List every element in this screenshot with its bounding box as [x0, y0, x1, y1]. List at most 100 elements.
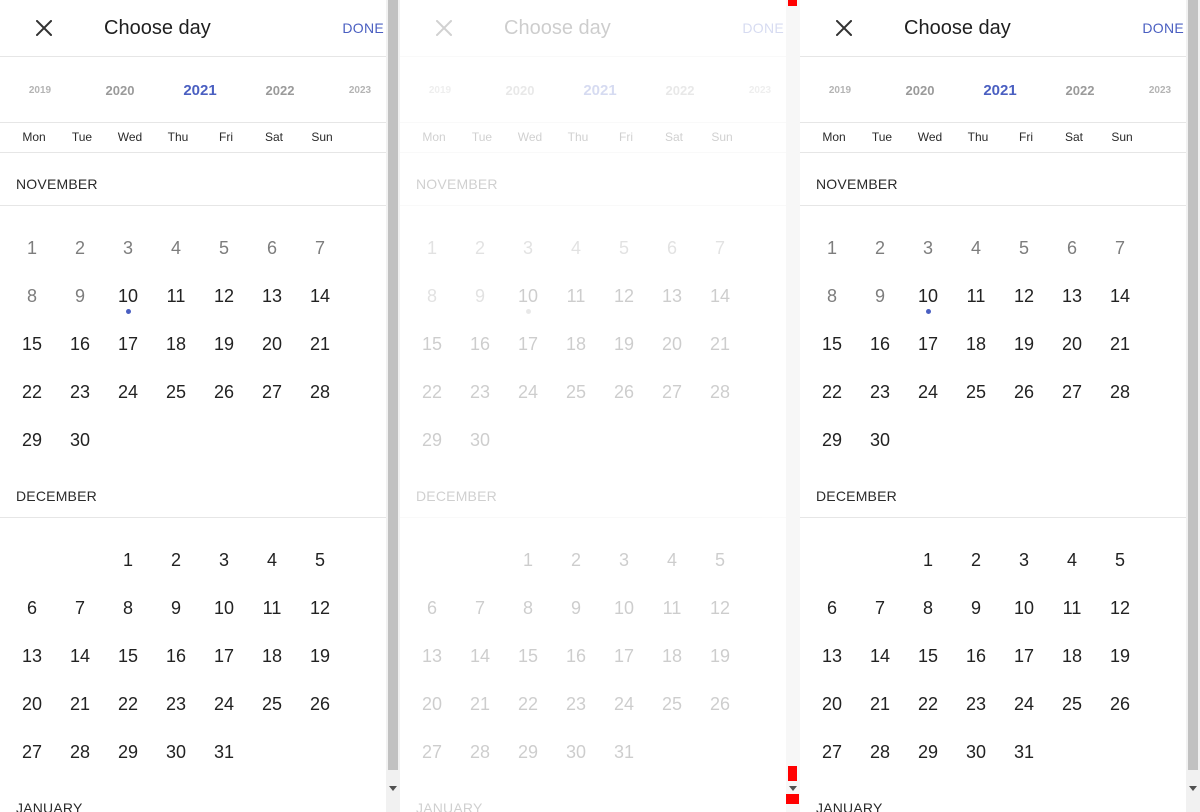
day-cell[interactable]: 7 — [56, 584, 104, 632]
day-cell[interactable]: 20 — [408, 680, 456, 728]
day-cell[interactable]: 4 — [152, 224, 200, 272]
day-cell[interactable]: 31 — [200, 728, 248, 776]
day-cell[interactable]: 27 — [1048, 368, 1096, 416]
scrollbar[interactable] — [386, 0, 400, 812]
day-cell[interactable]: 25 — [648, 680, 696, 728]
year-option-2023[interactable]: 2023 — [1149, 85, 1171, 96]
day-cell[interactable]: 2 — [56, 224, 104, 272]
day-cell[interactable]: 4 — [248, 536, 296, 584]
day-cell[interactable]: 27 — [808, 728, 856, 776]
day-cell[interactable]: 20 — [8, 680, 56, 728]
day-cell[interactable]: 12 — [200, 272, 248, 320]
day-cell[interactable]: 29 — [104, 728, 152, 776]
day-cell[interactable]: 2 — [152, 536, 200, 584]
year-option-2022[interactable]: 2022 — [266, 83, 295, 98]
day-cell[interactable]: 21 — [696, 320, 744, 368]
day-cell[interactable]: 19 — [296, 632, 344, 680]
day-cell[interactable]: 17 — [504, 320, 552, 368]
close-button[interactable] — [428, 12, 460, 44]
day-cell[interactable]: 11 — [648, 584, 696, 632]
day-cell[interactable]: 13 — [808, 632, 856, 680]
day-cell[interactable]: 12 — [696, 584, 744, 632]
day-cell[interactable]: 25 — [1048, 680, 1096, 728]
year-option-2021[interactable]: 2021 — [183, 82, 216, 99]
year-option-2020[interactable]: 2020 — [106, 83, 135, 98]
day-cell[interactable]: 11 — [1048, 584, 1096, 632]
day-cell[interactable]: 9 — [856, 272, 904, 320]
day-cell[interactable]: 15 — [904, 632, 952, 680]
day-cell[interactable]: 7 — [696, 224, 744, 272]
day-cell[interactable]: 23 — [152, 680, 200, 728]
day-cell[interactable]: 16 — [952, 632, 1000, 680]
day-cell[interactable]: 2 — [952, 536, 1000, 584]
done-button[interactable]: DONE — [342, 19, 384, 37]
year-option-2021[interactable]: 2021 — [583, 82, 616, 99]
day-cell[interactable]: 15 — [104, 632, 152, 680]
year-option-2020[interactable]: 2020 — [506, 83, 535, 98]
day-cell[interactable]: 18 — [552, 320, 600, 368]
day-cell[interactable]: 11 — [552, 272, 600, 320]
day-cell[interactable]: 31 — [1000, 728, 1048, 776]
day-cell[interactable]: 24 — [104, 368, 152, 416]
day-cell[interactable]: 16 — [456, 320, 504, 368]
day-cell[interactable]: 31 — [600, 728, 648, 776]
day-cell[interactable]: 3 — [200, 536, 248, 584]
day-cell[interactable]: 8 — [808, 272, 856, 320]
day-cell[interactable]: 6 — [408, 584, 456, 632]
day-cell[interactable]: 29 — [904, 728, 952, 776]
day-cell[interactable]: 28 — [456, 728, 504, 776]
day-cell[interactable]: 30 — [856, 416, 904, 464]
day-cell[interactable]: 24 — [904, 368, 952, 416]
day-cell[interactable]: 8 — [104, 584, 152, 632]
day-cell[interactable]: 4 — [1048, 536, 1096, 584]
scrollbar-thumb[interactable] — [1188, 0, 1198, 770]
day-cell[interactable]: 10 — [904, 272, 952, 320]
day-cell[interactable]: 5 — [296, 536, 344, 584]
day-cell[interactable]: 19 — [200, 320, 248, 368]
day-cell[interactable]: 26 — [296, 680, 344, 728]
day-cell[interactable]: 11 — [248, 584, 296, 632]
done-button[interactable]: DONE — [742, 19, 784, 37]
day-cell[interactable]: 12 — [1096, 584, 1144, 632]
day-cell[interactable]: 3 — [504, 224, 552, 272]
day-cell[interactable]: 8 — [8, 272, 56, 320]
day-cell[interactable]: 13 — [248, 272, 296, 320]
scrollbar[interactable] — [786, 0, 800, 812]
day-cell[interactable]: 23 — [856, 368, 904, 416]
day-cell[interactable]: 19 — [1096, 632, 1144, 680]
scroll-down-arrow-icon[interactable] — [389, 786, 397, 791]
day-cell[interactable]: 5 — [600, 224, 648, 272]
day-cell[interactable]: 6 — [648, 224, 696, 272]
day-cell[interactable]: 25 — [552, 368, 600, 416]
day-cell[interactable]: 28 — [696, 368, 744, 416]
day-cell[interactable]: 13 — [8, 632, 56, 680]
day-cell[interactable]: 2 — [552, 536, 600, 584]
day-cell[interactable]: 7 — [456, 584, 504, 632]
day-cell[interactable]: 16 — [152, 632, 200, 680]
day-cell[interactable]: 5 — [1000, 224, 1048, 272]
day-cell[interactable]: 26 — [1000, 368, 1048, 416]
day-cell[interactable]: 9 — [152, 584, 200, 632]
day-cell[interactable]: 24 — [200, 680, 248, 728]
day-cell[interactable]: 29 — [8, 416, 56, 464]
day-cell[interactable]: 6 — [808, 584, 856, 632]
day-cell[interactable]: 25 — [248, 680, 296, 728]
day-cell[interactable]: 15 — [8, 320, 56, 368]
day-cell[interactable]: 10 — [200, 584, 248, 632]
day-cell[interactable]: 17 — [904, 320, 952, 368]
day-cell[interactable]: 21 — [856, 680, 904, 728]
day-cell[interactable]: 9 — [456, 272, 504, 320]
day-cell[interactable]: 26 — [600, 368, 648, 416]
day-cell[interactable]: 5 — [1096, 536, 1144, 584]
year-option-2023[interactable]: 2023 — [349, 85, 371, 96]
day-cell[interactable]: 22 — [408, 368, 456, 416]
day-cell[interactable]: 18 — [152, 320, 200, 368]
day-cell[interactable]: 28 — [296, 368, 344, 416]
day-cell[interactable]: 23 — [552, 680, 600, 728]
day-cell[interactable]: 29 — [408, 416, 456, 464]
day-cell[interactable]: 20 — [248, 320, 296, 368]
day-cell[interactable]: 8 — [408, 272, 456, 320]
day-cell[interactable]: 18 — [952, 320, 1000, 368]
day-cell[interactable]: 11 — [952, 272, 1000, 320]
day-cell[interactable]: 21 — [1096, 320, 1144, 368]
